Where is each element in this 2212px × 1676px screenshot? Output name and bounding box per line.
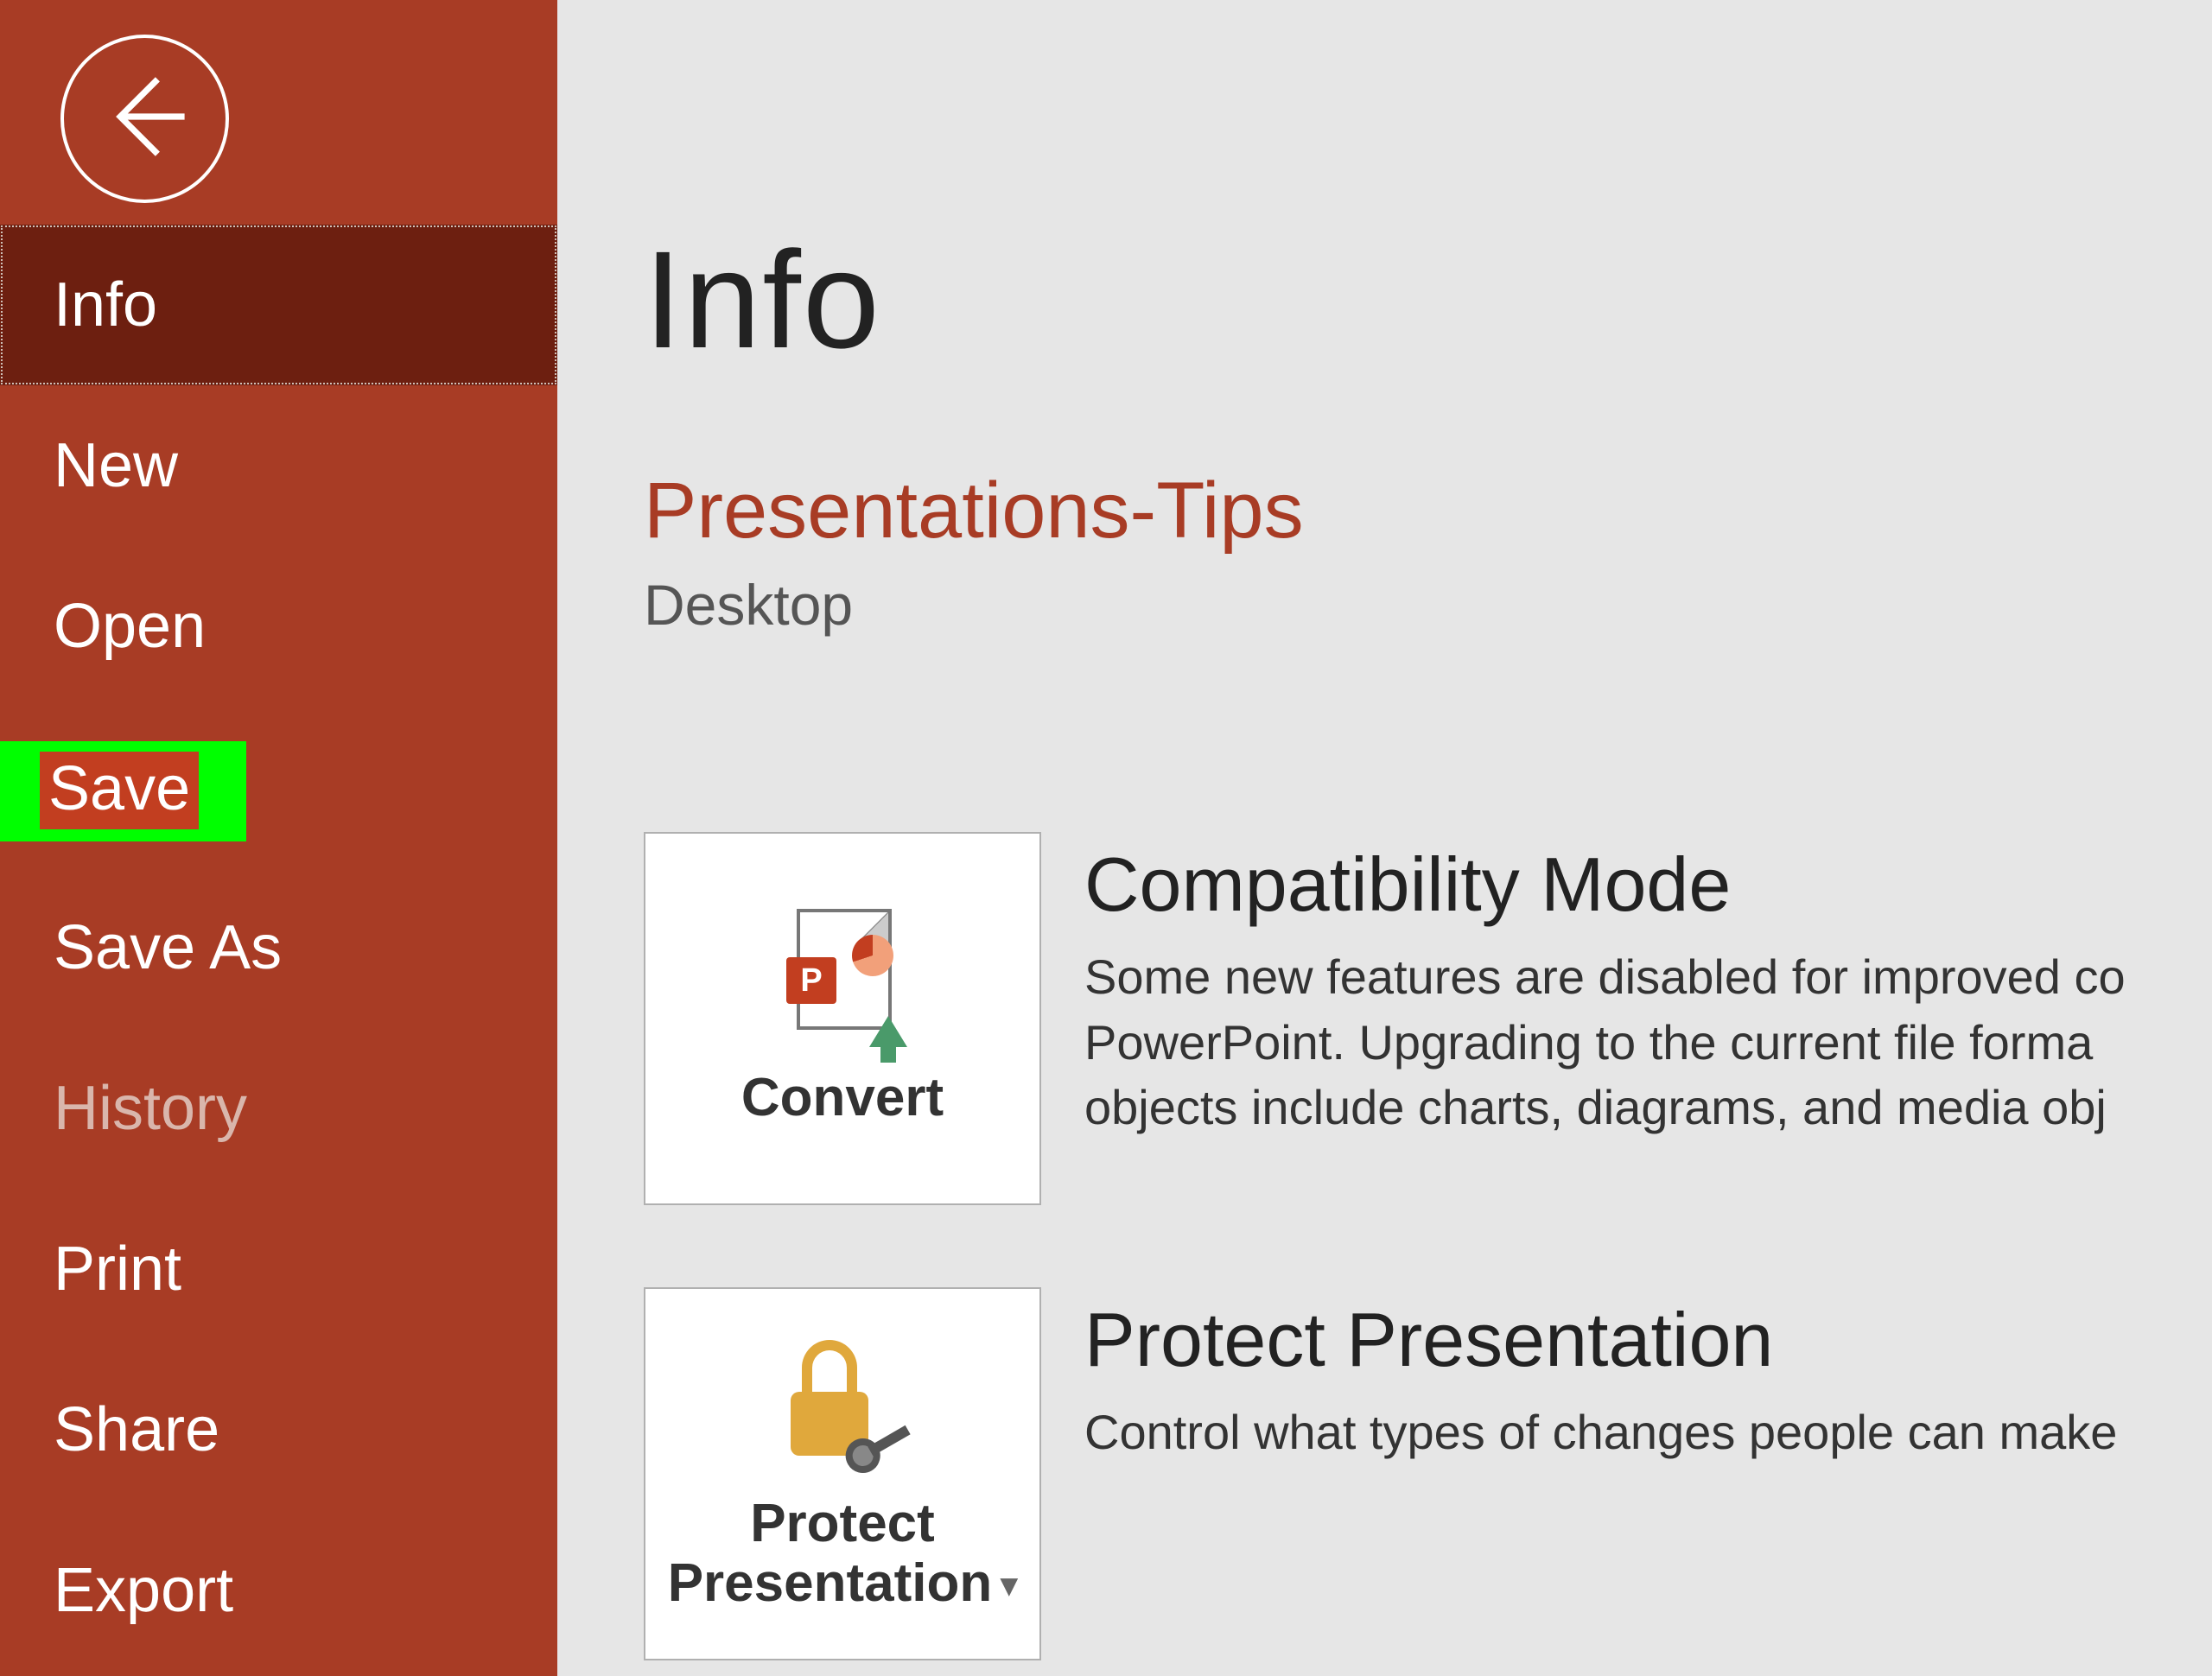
back-button[interactable]: [60, 35, 229, 203]
section-compatibility: P Convert Compatibility Mode Some new fe…: [644, 832, 2212, 1205]
nav-label: Info: [54, 270, 157, 340]
protect-presentation-button[interactable]: Protect Presentation▾: [644, 1287, 1041, 1660]
section-title: Compatibility Mode: [1084, 841, 2212, 929]
page-title: Info: [644, 220, 2212, 379]
nav-label: Share: [54, 1394, 219, 1465]
info-panel: Info Presentations-Tips Desktop P Conver…: [557, 0, 2212, 1676]
tutorial-highlight: Save: [0, 741, 246, 841]
tile-label: Protect Presentation▾: [668, 1495, 1018, 1612]
nav-item-open[interactable]: Open: [0, 546, 557, 707]
section-text: Protect Presentation Control what types …: [1084, 1287, 2212, 1465]
file-name: Presentations-Tips: [644, 466, 2212, 556]
nav-item-save-as[interactable]: Save As: [0, 867, 557, 1028]
section-title: Protect Presentation: [1084, 1296, 2212, 1384]
nav-item-new[interactable]: New: [0, 385, 557, 546]
section-desc-line: Some new features are disabled for impro…: [1084, 944, 2212, 1010]
nav-label: Save As: [54, 912, 282, 983]
nav-item-info[interactable]: Info: [0, 225, 557, 385]
convert-button[interactable]: P Convert: [644, 832, 1041, 1205]
nav-label: Print: [54, 1234, 181, 1305]
back-arrow-icon: [93, 65, 197, 173]
nav-item-print[interactable]: Print: [0, 1189, 557, 1349]
section-protect: Protect Presentation▾ Protect Presentati…: [644, 1287, 2212, 1660]
tile-label: Convert: [741, 1069, 944, 1127]
nav-item-save[interactable]: Save: [0, 707, 557, 867]
nav-item-history: History: [0, 1028, 557, 1189]
nav-label: Save: [40, 752, 199, 829]
section-text: Compatibility Mode Some new features are…: [1084, 832, 2212, 1140]
nav-label: Open: [54, 591, 206, 662]
section-desc-line: objects include charts, diagrams, and me…: [1084, 1075, 2212, 1140]
backstage-sidebar: Info New Open Save Save As History Print…: [0, 0, 557, 1676]
section-desc-line: PowerPoint. Upgrading to the current fil…: [1084, 1010, 2212, 1076]
lock-key-icon: [778, 1335, 907, 1464]
nav-item-share[interactable]: Share: [0, 1349, 557, 1510]
section-desc-line: Control what types of changes people can…: [1084, 1400, 2212, 1465]
nav-item-export[interactable]: Export: [0, 1510, 557, 1671]
file-location: Desktop: [644, 572, 2212, 638]
nav-label: Export: [54, 1555, 233, 1626]
nav-label: History: [54, 1073, 247, 1144]
nav-label: New: [54, 430, 178, 501]
chevron-down-icon: ▾: [1001, 1567, 1017, 1603]
convert-icon: P: [786, 909, 899, 1038]
